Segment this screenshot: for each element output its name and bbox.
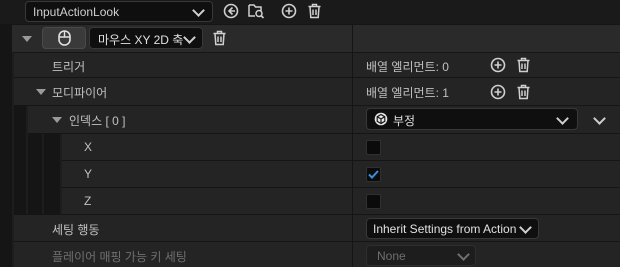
key-name: 마우스 XY 2D 축 xyxy=(98,33,184,47)
key-selector-button[interactable] xyxy=(42,27,86,49)
checkmark-icon xyxy=(368,170,379,179)
player-settings-dropdown[interactable]: None xyxy=(366,245,476,266)
negate-x-checkbox[interactable] xyxy=(366,140,381,155)
collapse-arrow-icon[interactable] xyxy=(36,89,46,95)
settings-behavior-dropdown[interactable]: Inherit Settings from Action xyxy=(366,218,539,239)
asset-name: InputActionLook xyxy=(33,5,120,19)
modifier-class-icon xyxy=(374,112,388,126)
settings-behavior-value: Inherit Settings from Action xyxy=(373,222,517,236)
triggers-count: 배열 엘리먼트: 0 xyxy=(366,60,449,74)
negate-y-checkbox[interactable] xyxy=(366,167,381,182)
header-row: InputActionLook xyxy=(0,0,620,24)
key-name-dropdown[interactable]: 마우스 XY 2D 축 xyxy=(89,27,203,49)
settings-behavior-row: 세팅 행동 Inherit Settings from Action xyxy=(0,215,620,241)
axis-label-z: Z xyxy=(84,194,92,208)
add-icon[interactable] xyxy=(281,3,297,19)
axis-row-x: X xyxy=(0,134,620,160)
trash-icon[interactable] xyxy=(516,57,531,73)
chevron-down-icon xyxy=(183,31,196,44)
index-row: 인덱스 [ 0 ] 부정 xyxy=(0,106,620,133)
axis-label-y: Y xyxy=(84,167,93,181)
browse-to-asset-icon[interactable] xyxy=(223,3,239,19)
chevron-down-icon xyxy=(457,248,470,261)
trash-icon[interactable] xyxy=(212,30,227,46)
chevron-down-icon xyxy=(519,221,532,234)
axis-label-x: X xyxy=(84,140,93,154)
modifiers-label: 모디파이어 xyxy=(52,86,108,100)
key-mapping-row: 마우스 XY 2D 축 xyxy=(0,25,620,52)
add-icon[interactable] xyxy=(490,57,506,73)
settings-behavior-label: 세팅 행동 xyxy=(52,223,100,237)
player-settings-label: 플레이어 매핑 가능 키 세팅 xyxy=(52,250,187,264)
axis-row-z: Z xyxy=(0,188,620,214)
modifiers-count: 배열 엘리먼트: 1 xyxy=(366,86,449,100)
modifier-type-value: 부정 xyxy=(393,114,416,128)
trash-icon[interactable] xyxy=(516,84,531,100)
triggers-row: 트리거 배열 엘리먼트: 0 xyxy=(0,53,620,77)
collapse-arrow-icon[interactable] xyxy=(52,117,62,123)
axis-row-y: Y xyxy=(0,161,620,187)
find-in-browser-icon[interactable] xyxy=(248,3,265,19)
negate-z-checkbox[interactable] xyxy=(366,194,381,209)
player-settings-row: 플레이어 매핑 가능 키 세팅 None xyxy=(0,242,620,267)
player-settings-value: None xyxy=(377,249,406,263)
triggers-label: 트리거 xyxy=(52,60,86,74)
add-icon[interactable] xyxy=(490,84,506,100)
collapse-arrow-icon[interactable] xyxy=(22,36,32,42)
chevron-down-icon xyxy=(556,112,569,125)
chevron-down-icon xyxy=(192,4,205,17)
index-label: 인덱스 [ 0 ] xyxy=(69,114,126,128)
modifier-type-dropdown[interactable]: 부정 xyxy=(366,108,578,130)
trash-icon[interactable] xyxy=(307,3,322,19)
asset-selector[interactable]: InputActionLook xyxy=(25,1,213,22)
mouse-icon xyxy=(58,30,71,46)
modifiers-row: 모디파이어 배열 엘리먼트: 1 xyxy=(0,78,620,105)
